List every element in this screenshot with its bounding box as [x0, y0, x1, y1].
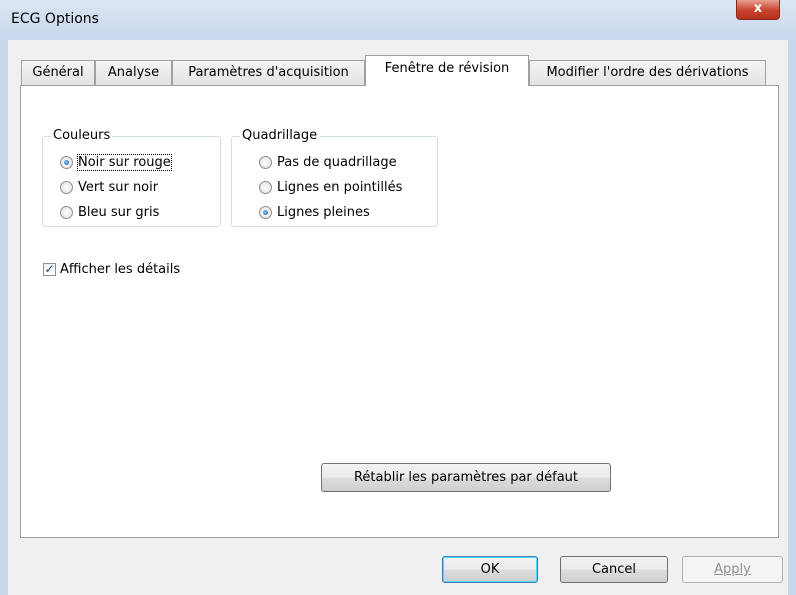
button-label: Cancel — [591, 562, 637, 577]
reset-defaults-button[interactable]: Rétablir les paramètres par défaut — [321, 463, 611, 492]
radio-label: Bleu sur gris — [78, 204, 160, 220]
radio-selected-icon — [259, 205, 272, 219]
radio-label: Lignes pleines — [277, 204, 370, 220]
grid-group: Quadrillage Pas de quadrillage Lignes en… — [231, 128, 438, 227]
radio-black-background[interactable]: Vert sur noir — [60, 177, 158, 197]
close-button[interactable]: x — [736, 0, 780, 20]
checkmark-icon: ✓ — [43, 261, 56, 276]
ecg-options-dialog: ECG Options x Général Analyse Paramètres… — [0, 0, 796, 595]
review-window-panel: Couleurs Noir sur rouge Vert sur noir Bl… — [20, 85, 779, 538]
show-details-checkbox[interactable]: ✓ Afficher les détails — [43, 259, 180, 279]
button-label: OK — [480, 562, 500, 577]
button-label: Rétablir les paramètres par défaut — [353, 470, 579, 485]
tab-lead-order[interactable]: Modifier l'ordre des dérivations — [529, 60, 766, 85]
window-left-border — [0, 40, 8, 595]
tab-acquisition-parameters[interactable]: Paramètres d'acquisition — [172, 60, 365, 85]
tab-label: Analyse — [107, 65, 160, 80]
tab-label: Fenêtre de révision — [384, 61, 510, 76]
radio-red-background[interactable]: Noir sur rouge — [60, 152, 172, 172]
apply-button[interactable]: Apply — [682, 556, 783, 583]
radio-solid-lines[interactable]: Lignes pleines — [259, 202, 370, 222]
radio-selected-icon — [60, 155, 73, 169]
ok-button[interactable]: OK — [442, 556, 538, 583]
colors-group: Couleurs Noir sur rouge Vert sur noir Bl… — [42, 128, 221, 227]
window-title: ECG Options — [11, 11, 99, 27]
tab-label: Général — [32, 65, 84, 80]
radio-unselected-icon — [60, 180, 73, 194]
radio-label: Noir sur rouge — [77, 153, 172, 171]
radio-no-grid[interactable]: Pas de quadrillage — [259, 152, 397, 172]
radio-label: Pas de quadrillage — [277, 154, 397, 170]
radio-unselected-icon — [259, 155, 272, 169]
tab-label: Modifier l'ordre des dérivations — [546, 65, 749, 80]
radio-label: Vert sur noir — [78, 179, 159, 195]
window-right-border — [788, 40, 796, 595]
radio-unselected-icon — [259, 180, 272, 194]
radio-dotted-lines[interactable]: Lignes en pointillés — [259, 177, 402, 197]
radio-unselected-icon — [60, 205, 73, 219]
checkbox-label: Afficher les détails — [60, 261, 181, 277]
cancel-button[interactable]: Cancel — [560, 556, 668, 583]
grid-group-label: Quadrillage — [240, 128, 320, 144]
tab-analyse[interactable]: Analyse — [95, 60, 172, 85]
radio-grey-background[interactable]: Bleu sur gris — [60, 202, 159, 222]
tab-general[interactable]: Général — [21, 60, 95, 85]
radio-label: Lignes en pointillés — [277, 179, 403, 195]
button-label: Apply — [714, 562, 751, 577]
colors-group-label: Couleurs — [51, 128, 113, 144]
close-icon: x — [753, 1, 763, 16]
title-bar[interactable]: ECG Options x — [0, 0, 796, 40]
tab-label: Paramètres d'acquisition — [188, 65, 349, 80]
tab-review-window[interactable]: Fenêtre de révision — [365, 55, 529, 86]
